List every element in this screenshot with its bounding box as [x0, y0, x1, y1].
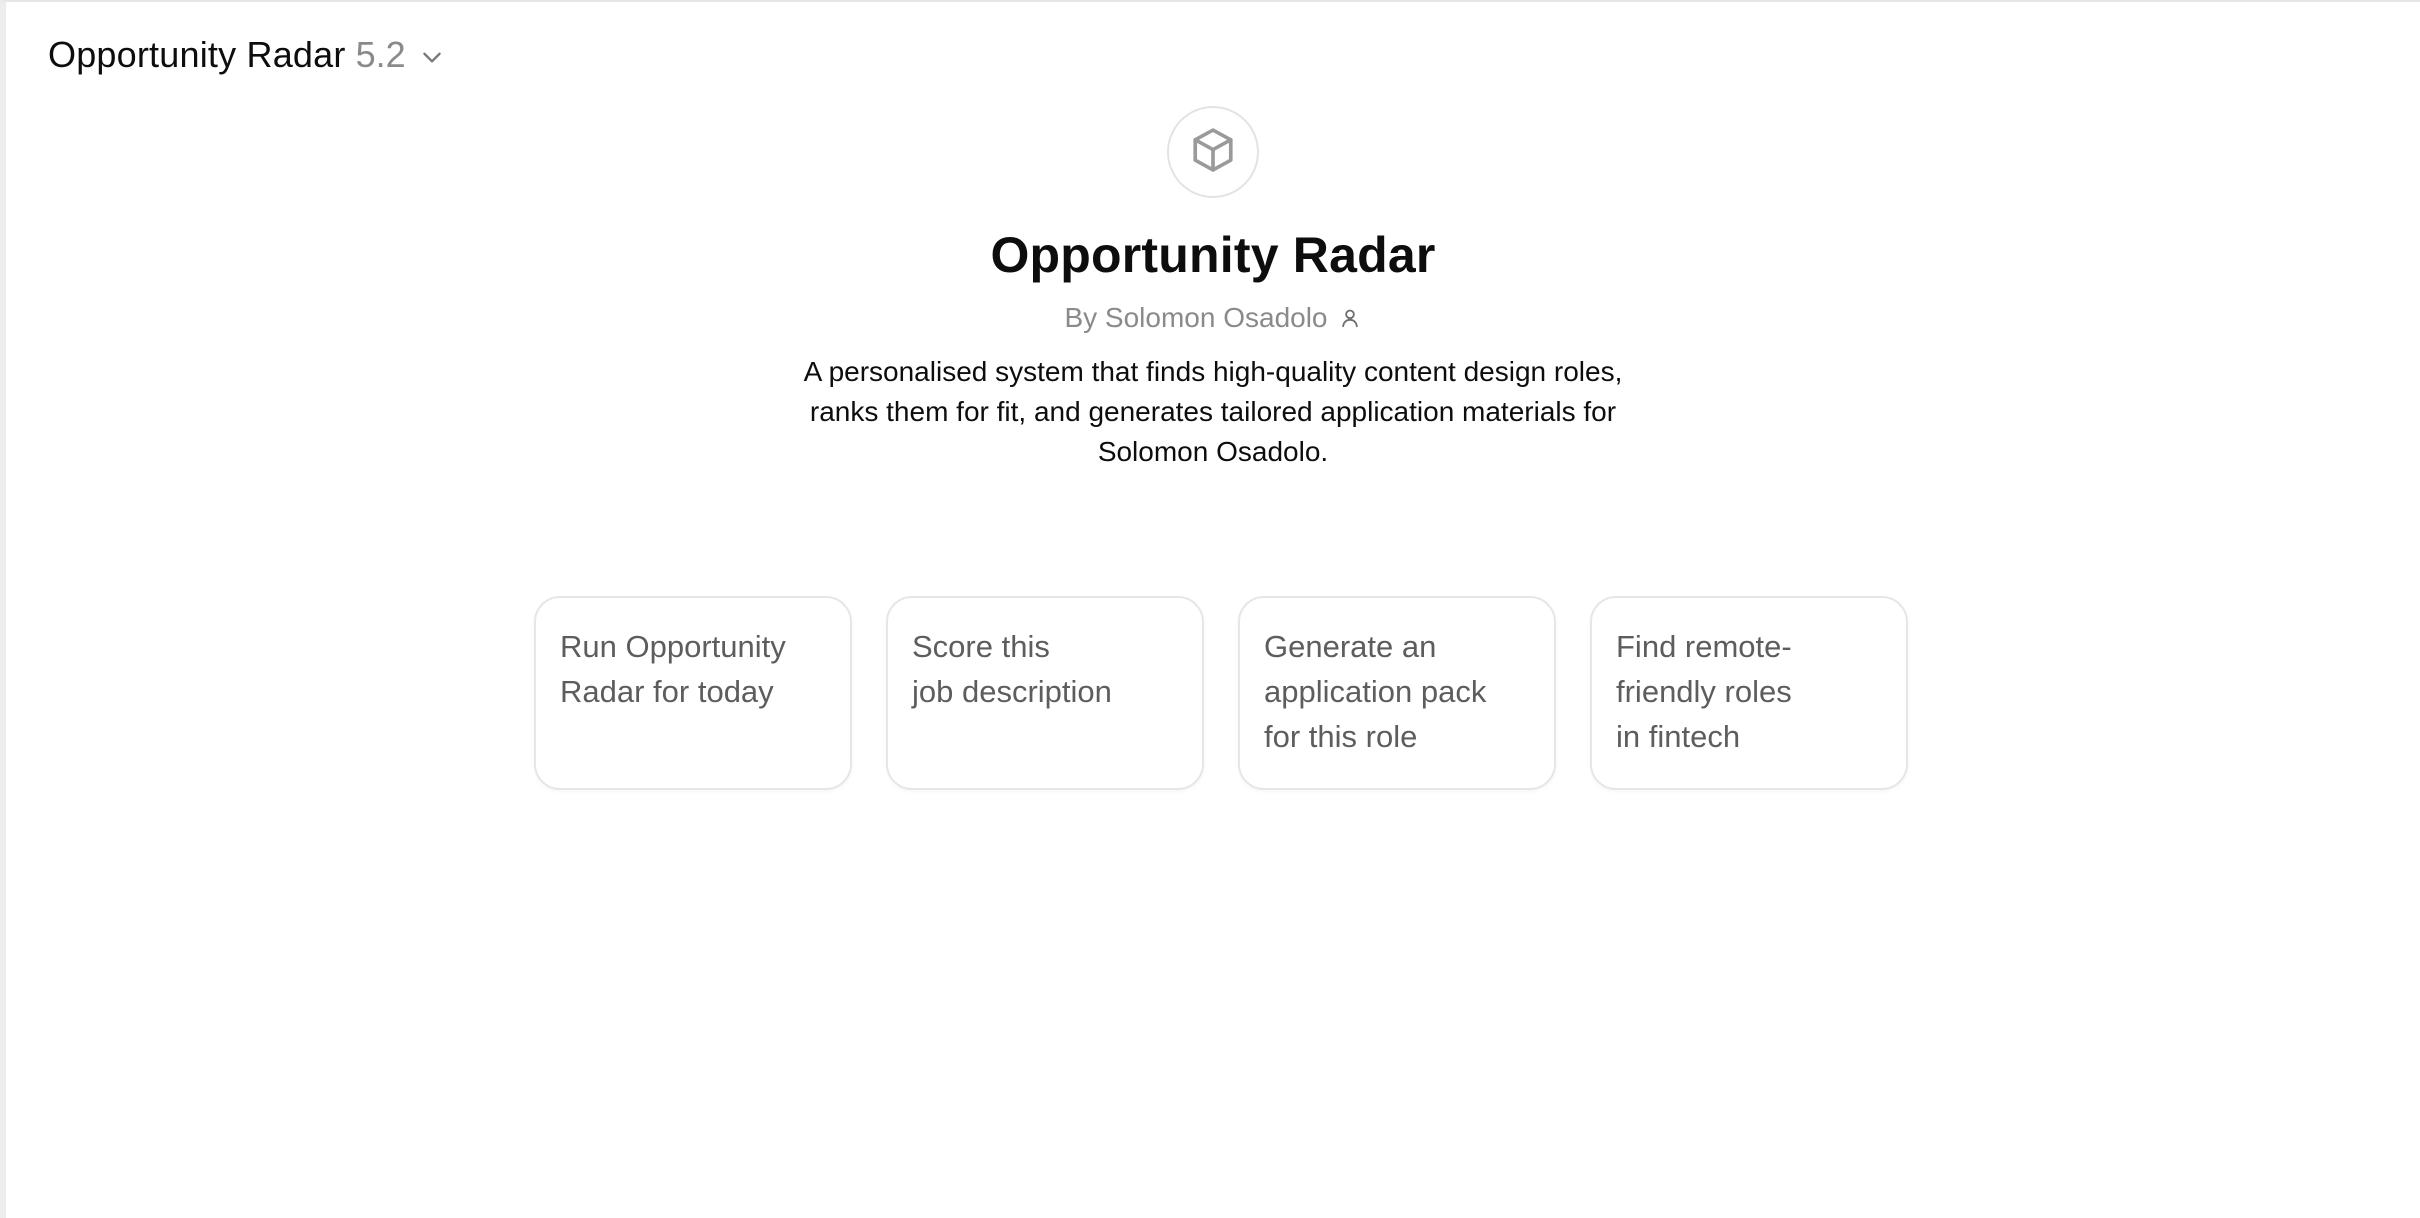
- model-name: Opportunity Radar: [48, 34, 346, 75]
- starter-line: Find remote-: [1616, 629, 1792, 664]
- starter-line: job description: [912, 674, 1112, 709]
- person-icon[interactable]: [1338, 306, 1362, 330]
- starter-card-application-pack[interactable]: Generate an application pack for this ro…: [1238, 596, 1556, 790]
- gpt-avatar: [1167, 106, 1259, 198]
- starter-card-run-radar[interactable]: Run Opportunity Radar for today: [534, 596, 852, 790]
- cube-icon: [1187, 124, 1239, 181]
- author-name: By Solomon Osadolo: [1064, 302, 1328, 333]
- gpt-title: Opportunity Radar: [990, 227, 1436, 283]
- description-line: A personalised system that finds high-qu…: [803, 356, 1623, 387]
- starter-line: Score this: [912, 629, 1050, 664]
- gpt-profile: Opportunity Radar By Solomon Osadolo A p…: [6, 106, 2420, 472]
- starter-line: Generate an: [1264, 629, 1437, 664]
- starter-card-remote-fintech[interactable]: Find remote- friendly roles in fintech: [1590, 596, 1908, 790]
- starter-line: for this role: [1264, 719, 1418, 754]
- gpt-description: A personalised system that finds high-qu…: [763, 352, 1663, 472]
- chevron-down-icon: [418, 43, 446, 71]
- starter-line: in fintech: [1616, 719, 1741, 754]
- model-switcher[interactable]: Opportunity Radar 5.2: [42, 28, 452, 82]
- starter-line: friendly roles: [1616, 674, 1792, 709]
- description-line: ranks them for fit, and generates tailor…: [809, 396, 1617, 427]
- starter-line: Run Opportunity: [560, 629, 786, 664]
- description-line: Solomon Osadolo.: [1097, 436, 1329, 467]
- starter-line: Radar for today: [560, 674, 774, 709]
- starter-card-score-job[interactable]: Score this job description: [886, 596, 1204, 790]
- starter-line: application pack: [1264, 674, 1487, 709]
- author-row: By Solomon Osadolo: [1064, 302, 1361, 334]
- app-window: Opportunity Radar 5.2 Opportunity Radar …: [0, 0, 2420, 1218]
- model-version: 5.2: [355, 34, 406, 75]
- conversation-starters: Run Opportunity Radar for today Score th…: [534, 596, 1908, 790]
